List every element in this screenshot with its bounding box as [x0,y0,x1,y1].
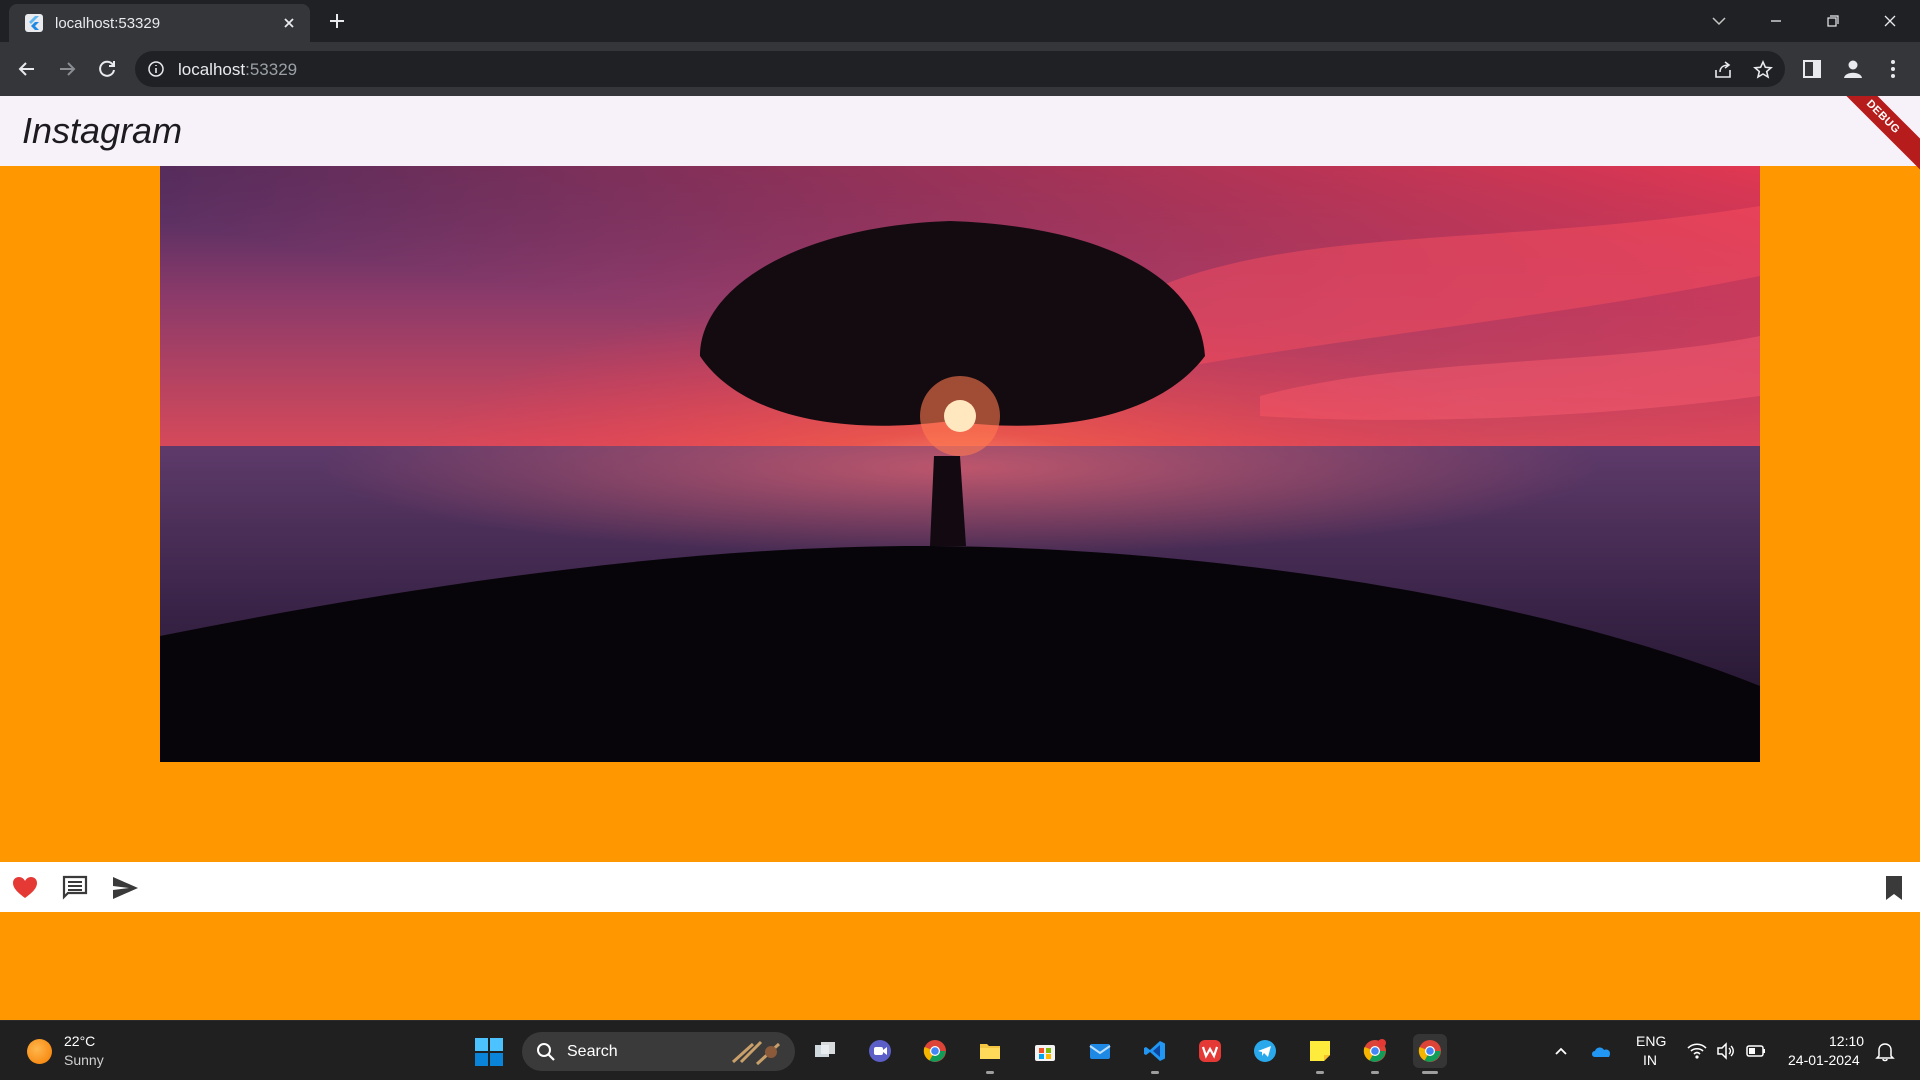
sun-icon[interactable] [27,1039,52,1064]
clock-date[interactable]: 24-01-2024 [1788,1052,1860,1068]
volume-icon[interactable] [1715,1041,1737,1061]
bookmark-icon[interactable] [1880,874,1908,902]
flutter-icon [25,14,43,32]
profile-icon[interactable] [1842,58,1864,80]
app-viewport: Instagram DEBUG [0,96,1920,1020]
telegram-icon[interactable] [1248,1034,1282,1068]
restore-icon[interactable] [1820,8,1846,34]
chrome-active-icon[interactable] [1413,1034,1447,1074]
browser-tab[interactable]: localhost:53329 [9,4,310,42]
close-window-icon[interactable] [1877,8,1903,34]
mail-icon[interactable] [1083,1034,1117,1068]
search-highlight-art-icon [727,1038,785,1066]
url-port: :53329 [245,60,298,79]
send-icon[interactable] [111,874,139,902]
url-host: localhost [178,60,246,79]
windows-start-icon[interactable] [474,1037,504,1067]
keyboard-layout-indicator[interactable]: IN [1643,1052,1657,1068]
wifi-icon[interactable] [1686,1041,1708,1061]
browser-tab-strip: localhost:53329 [0,0,1920,42]
running-indicator [1371,1071,1379,1074]
back-arrow-icon[interactable] [14,56,40,82]
side-panel-icon[interactable] [1801,58,1823,80]
running-indicator [1151,1071,1159,1074]
weather-temperature[interactable]: 22°C [64,1033,95,1049]
reload-icon[interactable] [94,56,120,82]
meet-icon[interactable] [863,1034,897,1068]
address-bar[interactable]: localhost:53329 [135,51,1785,87]
forward-arrow-icon[interactable] [54,56,80,82]
comment-icon[interactable] [61,874,89,902]
post-image [160,166,1760,762]
info-icon[interactable] [147,60,165,78]
battery-icon[interactable] [1745,1041,1767,1061]
taskbar-search[interactable]: Search [522,1032,795,1071]
notification-bell-icon[interactable] [1874,1040,1896,1062]
language-indicator[interactable]: ENG [1636,1033,1666,1049]
weather-condition[interactable]: Sunny [64,1052,104,1068]
star-icon[interactable] [1752,59,1774,81]
plus-icon[interactable] [326,10,348,32]
microsoft-store-icon[interactable] [1028,1034,1062,1068]
windows-taskbar: 22°C Sunny Search ENG IN 12:10 24-01-202… [0,1020,1920,1080]
chevron-down-icon[interactable] [1706,8,1732,34]
app-bar: Instagram [0,96,1920,166]
running-indicator [986,1071,994,1074]
clock-time[interactable]: 12:10 [1829,1033,1864,1049]
search-icon [536,1042,556,1062]
task-view-icon[interactable] [808,1034,842,1068]
search-label: Search [567,1043,618,1060]
file-explorer-icon[interactable] [973,1034,1007,1074]
running-indicator [1316,1071,1324,1074]
app-title: Instagram [22,110,183,151]
onedrive-icon[interactable] [1590,1041,1614,1061]
share-icon[interactable] [1712,59,1734,81]
wps-office-icon[interactable] [1193,1034,1227,1068]
browser-toolbar: localhost:53329 [0,42,1920,96]
chrome-icon[interactable] [918,1034,952,1068]
chevron-up-icon[interactable] [1551,1041,1571,1061]
tab-title: localhost:53329 [55,15,161,32]
kebab-menu-icon[interactable] [1882,58,1904,80]
running-indicator [1422,1071,1438,1074]
sticky-notes-icon[interactable] [1303,1034,1337,1074]
minimize-icon[interactable] [1763,8,1789,34]
close-icon[interactable] [279,13,299,33]
heart-icon[interactable] [11,874,39,902]
post-action-bar [0,862,1920,912]
chrome-profile-icon[interactable] [1358,1034,1392,1074]
url-text: localhost:53329 [178,60,297,80]
vscode-icon[interactable] [1138,1034,1172,1074]
